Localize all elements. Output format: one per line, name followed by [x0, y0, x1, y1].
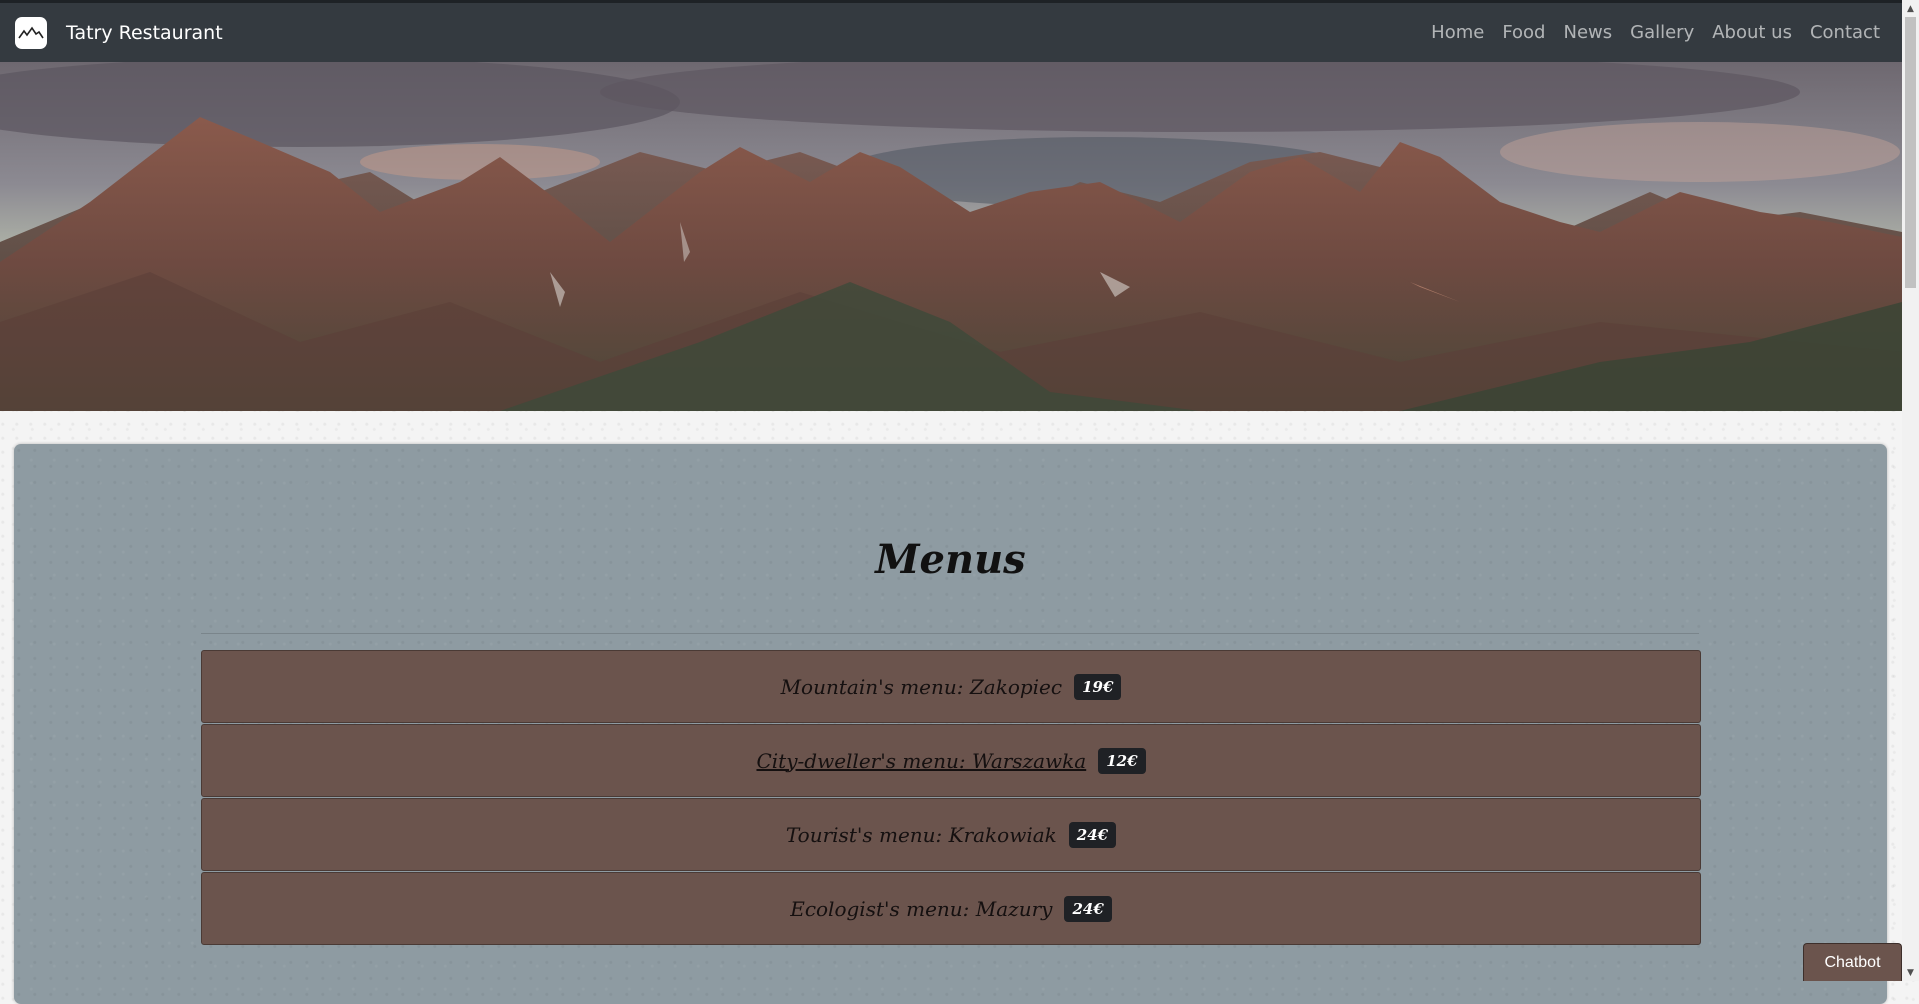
menus-divider — [201, 633, 1699, 634]
menu-item-name[interactable]: Mountain's menu: Zakopiec — [781, 675, 1063, 699]
menu-item-zakopiec[interactable]: Mountain's menu: Zakopiec 19€ — [201, 650, 1701, 723]
menu-item-mazury[interactable]: Ecologist's menu: Mazury 24€ — [201, 872, 1701, 945]
nav-link-food[interactable]: Food — [1502, 22, 1545, 43]
price-badge: 19€ — [1074, 673, 1122, 700]
nav-links: Home Food News Gallery About us Contact — [1431, 22, 1880, 43]
brand-name[interactable]: Tatry Restaurant — [66, 22, 223, 44]
chatbot-button[interactable]: Chatbot — [1803, 943, 1902, 981]
top-navbar: Tatry Restaurant Home Food News Gallery … — [0, 0, 1902, 62]
hero-mountain-banner — [0, 62, 1902, 411]
menu-item-name[interactable]: Tourist's menu: Krakowiak — [786, 823, 1057, 847]
nav-link-about-us[interactable]: About us — [1712, 22, 1792, 43]
scroll-thumb[interactable] — [1905, 17, 1916, 288]
scroll-up-arrow-icon[interactable]: ▲ — [1902, 0, 1919, 17]
menu-item-krakowiak[interactable]: Tourist's menu: Krakowiak 24€ — [201, 798, 1701, 871]
scroll-down-arrow-icon[interactable]: ▼ — [1902, 964, 1919, 981]
menu-item-warszawka[interactable]: City-dweller's menu: Warszawka 12€ — [201, 724, 1701, 797]
mountain-logo-icon[interactable] — [15, 16, 47, 49]
nav-link-gallery[interactable]: Gallery — [1630, 22, 1694, 43]
menu-item-name[interactable]: City-dweller's menu: Warszawka — [756, 749, 1086, 773]
menu-list: Mountain's menu: Zakopiec 19€ City-dwell… — [201, 650, 1701, 946]
menu-item-name[interactable]: Ecologist's menu: Mazury — [790, 897, 1052, 921]
nav-link-news[interactable]: News — [1563, 22, 1612, 43]
price-badge: 12€ — [1098, 747, 1146, 774]
menus-section: Menus Mountain's menu: Zakopiec 19€ City… — [14, 444, 1887, 1004]
nav-link-contact[interactable]: Contact — [1810, 22, 1880, 43]
price-badge: 24€ — [1064, 895, 1112, 922]
nav-link-home[interactable]: Home — [1431, 22, 1484, 43]
price-badge: 24€ — [1068, 821, 1117, 848]
page-scrollbar[interactable]: ▲ ▼ — [1902, 0, 1919, 981]
menus-title: Menus — [875, 536, 1026, 583]
